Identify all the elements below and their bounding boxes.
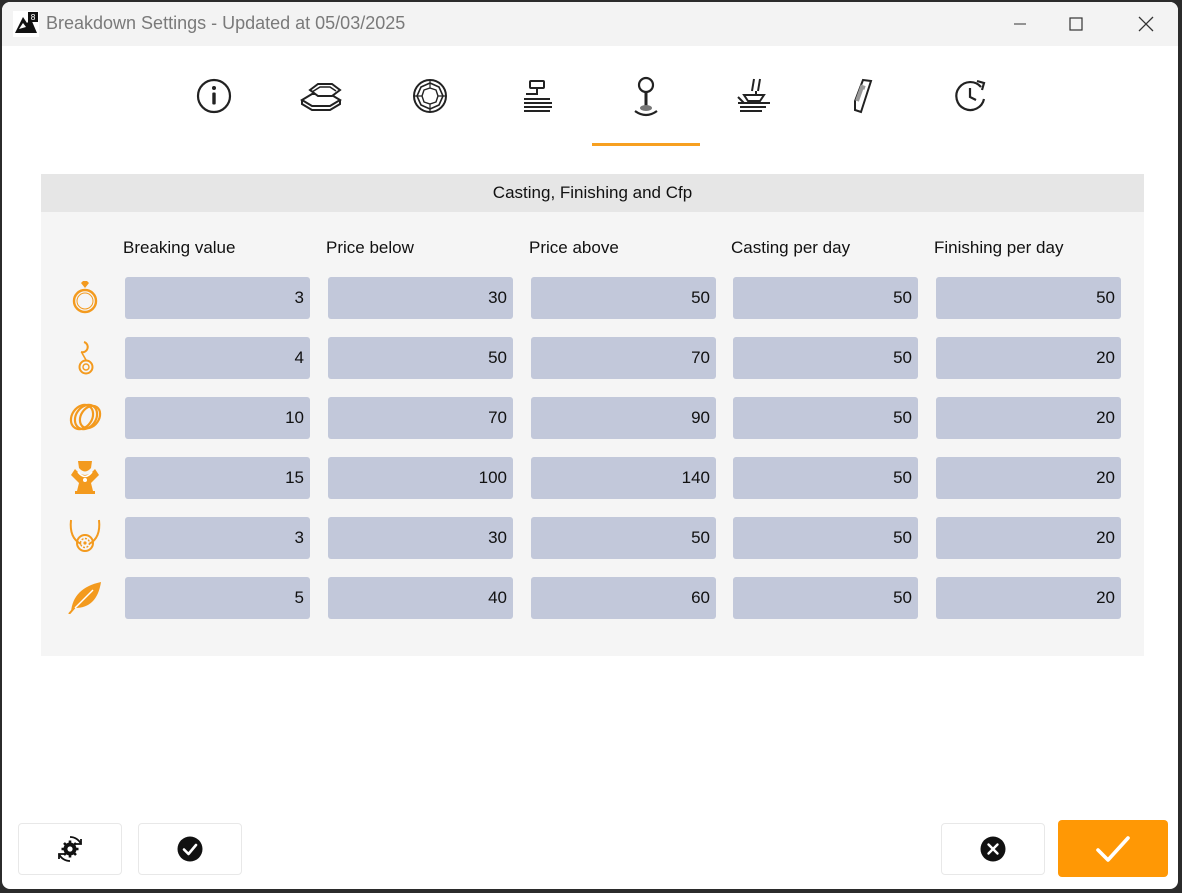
ring-icon <box>65 277 105 317</box>
close-icon <box>1138 16 1154 32</box>
column-header-finishing-per-day: Finishing per day <box>934 238 1064 257</box>
leaf-icon <box>65 577 105 617</box>
diamond-icon <box>413 79 447 113</box>
breaking-value-input[interactable] <box>125 337 310 379</box>
price-below-input[interactable] <box>328 277 513 319</box>
casting-per-day-input[interactable] <box>733 517 918 559</box>
polish-tool-icon <box>854 78 873 114</box>
maximize-button[interactable] <box>1048 2 1104 46</box>
bangle-icon <box>65 397 105 437</box>
check-circle-icon <box>177 836 203 862</box>
breaking-value-input[interactable] <box>125 277 310 319</box>
breaking-value-input[interactable] <box>125 397 310 439</box>
maximize-icon <box>1069 17 1083 31</box>
price-above-input[interactable] <box>531 277 716 319</box>
tab-stones[interactable] <box>376 46 484 146</box>
info-icon <box>196 78 232 114</box>
price-above-input[interactable] <box>531 457 716 499</box>
column-header-breaking-value: Breaking value <box>123 238 236 257</box>
wire-spool-icon <box>524 80 552 112</box>
svg-text:8: 8 <box>30 13 35 22</box>
category-tabs <box>2 46 1178 146</box>
price-below-input[interactable] <box>328 517 513 559</box>
casting-per-day-input[interactable] <box>733 277 918 319</box>
clock-refresh-icon <box>955 79 986 112</box>
price-below-input[interactable] <box>328 577 513 619</box>
necklace-bust-icon <box>65 457 105 497</box>
casting-icon <box>634 76 658 117</box>
column-header-price-above: Price above <box>529 238 619 257</box>
breaking-value-input[interactable] <box>125 457 310 499</box>
breakdown-settings-window: 8 Breakdown Settings - Updated at 05/03/… <box>2 2 1178 889</box>
ok-button[interactable] <box>1058 820 1168 877</box>
panel-title: Casting, Finishing and Cfp <box>41 174 1144 212</box>
gold-bars-icon <box>300 83 342 111</box>
price-below-input[interactable] <box>328 337 513 379</box>
title-bar: 8 Breakdown Settings - Updated at 05/03/… <box>2 2 1178 46</box>
checkmark-icon <box>1096 835 1130 862</box>
minimize-button[interactable] <box>992 2 1048 46</box>
price-above-input[interactable] <box>531 337 716 379</box>
gear-sync-icon <box>58 836 82 862</box>
price-below-input[interactable] <box>328 397 513 439</box>
finishing-per-day-input[interactable] <box>936 277 1121 319</box>
close-window-button[interactable] <box>1118 2 1174 46</box>
close-circle-icon <box>980 836 1006 862</box>
finishing-per-day-input[interactable] <box>936 457 1121 499</box>
column-header-price-below: Price below <box>326 238 414 257</box>
price-below-input[interactable] <box>328 457 513 499</box>
tab-metals[interactable] <box>268 46 376 146</box>
breaking-value-input[interactable] <box>125 577 310 619</box>
price-above-input[interactable] <box>531 517 716 559</box>
tab-info[interactable] <box>160 46 268 146</box>
tab-setting[interactable] <box>700 46 808 146</box>
column-header-casting-per-day: Casting per day <box>731 238 851 257</box>
tab-polishing[interactable] <box>808 46 916 146</box>
settings-sync-button[interactable] <box>18 823 122 875</box>
app-logo-icon: 8 <box>13 11 39 37</box>
finishing-per-day-input[interactable] <box>936 337 1121 379</box>
cancel-button[interactable] <box>941 823 1045 875</box>
price-above-input[interactable] <box>531 577 716 619</box>
casting-per-day-input[interactable] <box>733 337 918 379</box>
earring-icon <box>65 337 105 377</box>
finishing-per-day-input[interactable] <box>936 397 1121 439</box>
tab-casting[interactable] <box>592 46 700 146</box>
breaking-value-input[interactable] <box>125 517 310 559</box>
pendant-necklace-icon <box>65 517 105 557</box>
price-above-input[interactable] <box>531 397 716 439</box>
casting-per-day-input[interactable] <box>733 577 918 619</box>
casting-per-day-input[interactable] <box>733 457 918 499</box>
casting-per-day-input[interactable] <box>733 397 918 439</box>
setting-tools-icon <box>737 78 770 112</box>
window-title: Breakdown Settings - Updated at 05/03/20… <box>46 13 406 33</box>
tab-wire[interactable] <box>484 46 592 146</box>
minimize-icon <box>1014 23 1026 25</box>
tab-history[interactable] <box>916 46 1024 146</box>
finishing-per-day-input[interactable] <box>936 517 1121 559</box>
apply-button[interactable] <box>138 823 242 875</box>
finishing-per-day-input[interactable] <box>936 577 1121 619</box>
casting-finishing-panel: Casting, Finishing and Cfp Breaking valu… <box>41 174 1144 656</box>
